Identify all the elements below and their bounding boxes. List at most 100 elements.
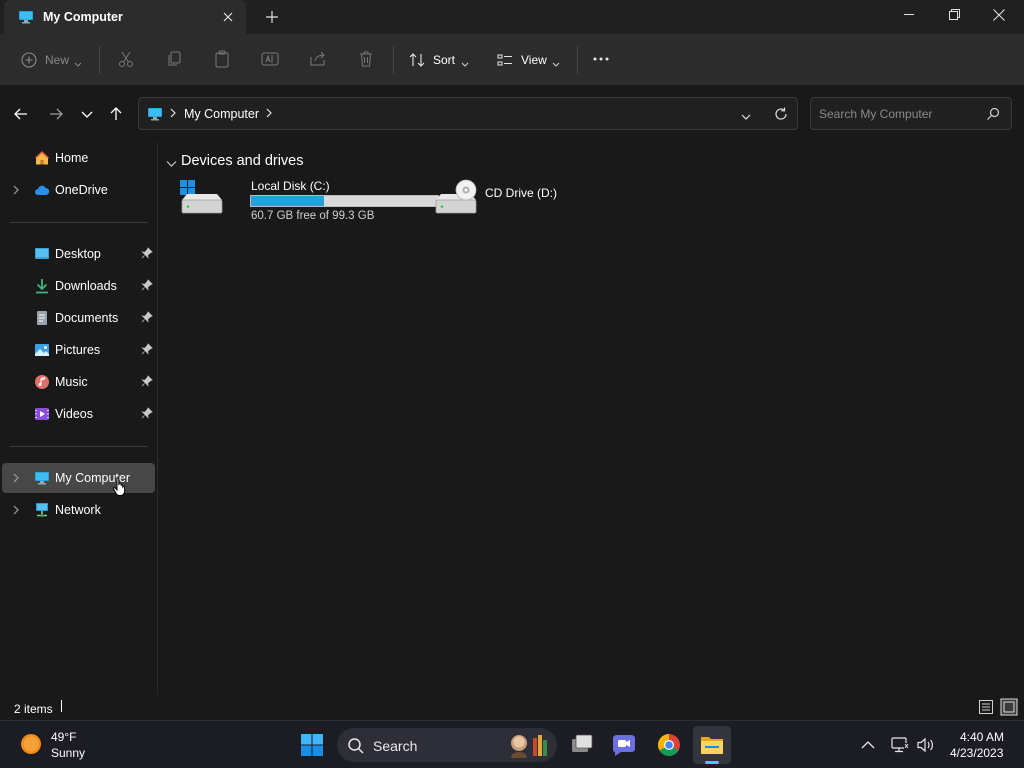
- pin-icon[interactable]: [141, 407, 153, 422]
- pin-icon[interactable]: [141, 311, 153, 326]
- address-history-chevron-icon[interactable]: [741, 110, 751, 124]
- status-bar: 2 items: [0, 695, 1024, 720]
- refresh-icon[interactable]: [773, 106, 789, 125]
- address-bar[interactable]: My Computer: [138, 97, 798, 130]
- windows-start-icon[interactable]: [293, 726, 331, 764]
- rename-icon[interactable]: [259, 48, 281, 72]
- cd-drive-icon: [433, 178, 479, 219]
- more-icon[interactable]: [590, 48, 612, 72]
- large-icons-view-icon[interactable]: [1000, 698, 1018, 719]
- chevron-down-icon[interactable]: [166, 157, 177, 171]
- chevron-down-icon: [74, 57, 82, 71]
- chevron-down-icon: [461, 57, 469, 71]
- weather-temperature: 49°F: [51, 730, 77, 744]
- pin-icon[interactable]: [141, 247, 153, 262]
- taskbar-search-label: Search: [373, 738, 418, 754]
- copy-icon[interactable]: [163, 48, 185, 72]
- back-arrow-icon[interactable]: [10, 103, 32, 125]
- drive-local-disk-c[interactable]: Local Disk (C:) 60.7 GB free of 99.3 GB: [179, 176, 441, 226]
- cut-icon[interactable]: [115, 48, 137, 72]
- drive-name: CD Drive (D:): [485, 186, 557, 200]
- view-button[interactable]: View: [495, 48, 565, 72]
- sidebar-item-desktop[interactable]: Desktop: [2, 239, 155, 269]
- pin-icon[interactable]: [141, 375, 153, 390]
- file-explorer-icon[interactable]: [693, 726, 731, 764]
- search-icon: [985, 106, 1001, 125]
- group-header-label: Devices and drives: [181, 153, 304, 169]
- volume-icon[interactable]: [916, 736, 936, 757]
- search-highlight-icon: [507, 732, 549, 761]
- sidebar-item-label: Pictures: [55, 343, 101, 357]
- breadcrumb-my-computer[interactable]: My Computer: [184, 107, 259, 121]
- chevron-right-icon[interactable]: [12, 472, 20, 487]
- chrome-icon[interactable]: [650, 726, 688, 764]
- sidebar-item-music[interactable]: Music: [2, 367, 155, 397]
- recent-locations-chevron-icon[interactable]: [76, 103, 98, 125]
- sidebar-item-home[interactable]: Home: [2, 143, 155, 173]
- monitor-icon: [147, 106, 163, 125]
- sidebar-item-downloads[interactable]: Downloads: [2, 271, 155, 301]
- restore-button[interactable]: [931, 0, 977, 30]
- new-tab-button[interactable]: [262, 7, 282, 27]
- sort-label: Sort: [433, 53, 456, 67]
- breadcrumb-chevron-icon[interactable]: [265, 107, 273, 122]
- network-status-icon[interactable]: [890, 736, 910, 757]
- close-tab-icon[interactable]: [218, 7, 238, 27]
- sidebar-item-label: OneDrive: [55, 183, 108, 197]
- minimize-button[interactable]: [886, 0, 932, 30]
- sidebar-item-label: Videos: [55, 407, 93, 421]
- sidebar-item-videos[interactable]: Videos: [2, 399, 155, 429]
- pin-icon[interactable]: [141, 343, 153, 358]
- download-icon: [34, 278, 50, 294]
- paste-icon[interactable]: [211, 48, 233, 72]
- sort-button[interactable]: Sort: [407, 48, 471, 72]
- sidebar-item-label: Documents: [55, 311, 119, 325]
- active-app-indicator: [705, 761, 719, 764]
- up-arrow-icon[interactable]: [105, 103, 127, 125]
- search-box[interactable]: [810, 97, 1012, 130]
- sidebar-item-pictures[interactable]: Pictures: [2, 335, 155, 365]
- drive-free-space: 60.7 GB free of 99.3 GB: [251, 210, 375, 222]
- clock-time: 4:40 AM: [960, 730, 1005, 744]
- drive-cd-drive-d[interactable]: CD Drive (D:): [433, 176, 583, 226]
- sidebar-item-label: Network: [55, 503, 101, 517]
- search-input[interactable]: [819, 105, 979, 123]
- view-icon: [496, 51, 514, 72]
- sidebar-item-network[interactable]: Network: [2, 495, 155, 525]
- sun-icon: [20, 733, 42, 758]
- forward-arrow-icon[interactable]: [45, 103, 67, 125]
- drive-usage-fill: [251, 196, 324, 206]
- delete-icon[interactable]: [355, 48, 377, 72]
- sidebar-item-onedrive[interactable]: OneDrive: [2, 175, 155, 205]
- tab-title: My Computer: [43, 10, 123, 24]
- sidebar-item-documents[interactable]: Documents: [2, 303, 155, 333]
- teams-chat-icon[interactable]: [605, 726, 643, 764]
- command-bar: New Sort View: [0, 34, 1024, 86]
- close-window-button[interactable]: [976, 0, 1022, 30]
- title-bar: My Computer: [0, 0, 1024, 34]
- item-count: 2 items: [14, 702, 53, 716]
- sidebar-item-my-computer[interactable]: My Computer: [2, 463, 155, 496]
- cloud-icon: [34, 182, 50, 198]
- search-icon: [347, 737, 365, 758]
- new-button[interactable]: New: [18, 48, 88, 72]
- taskbar-search[interactable]: Search: [337, 728, 557, 762]
- share-icon[interactable]: [307, 48, 329, 72]
- chevron-right-icon[interactable]: [12, 504, 20, 519]
- monitor-icon: [34, 470, 50, 486]
- new-label: New: [45, 53, 70, 67]
- sidebar-item-label: Music: [55, 375, 88, 389]
- taskbar: 49°F Sunny Search 4:40 AM 4/23/2023: [0, 720, 1024, 768]
- tab-my-computer[interactable]: My Computer: [4, 0, 246, 34]
- task-view-icon[interactable]: [563, 726, 601, 764]
- breadcrumb-chevron-icon[interactable]: [169, 107, 177, 122]
- sidebar-item-label: Desktop: [55, 247, 101, 261]
- desktop-icon: [34, 246, 50, 262]
- chevron-right-icon[interactable]: [12, 184, 20, 199]
- pin-icon[interactable]: [141, 279, 153, 294]
- windows-drive-icon: [179, 178, 225, 219]
- divider: [10, 222, 148, 223]
- chevron-up-icon[interactable]: [858, 737, 878, 756]
- address-row: My Computer: [0, 86, 1024, 142]
- details-view-icon[interactable]: [978, 699, 994, 718]
